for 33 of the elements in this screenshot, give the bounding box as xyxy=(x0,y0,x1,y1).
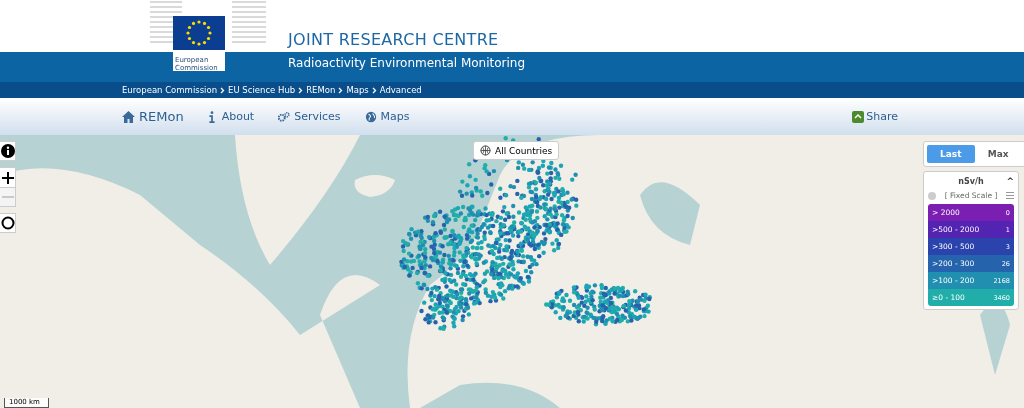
chevron-icon xyxy=(220,86,226,94)
share-icon xyxy=(852,110,865,123)
breadcrumb-link[interactable]: Maps xyxy=(346,85,369,95)
legend-unit: nSv/h xyxy=(958,177,984,186)
collapse-button[interactable]: ^ xyxy=(1006,176,1014,186)
globe-icon xyxy=(364,110,377,123)
nav-link[interactable]: Services xyxy=(294,110,341,123)
reset-view-button[interactable] xyxy=(0,213,16,233)
menu-icon[interactable] xyxy=(1006,192,1014,199)
chevron-icon xyxy=(338,86,344,94)
minus-icon xyxy=(1,196,14,198)
chevron-icon xyxy=(298,86,304,94)
nav-link[interactable]: Maps xyxy=(380,110,410,123)
breadcrumb-link[interactable]: EU Science Hub xyxy=(228,85,296,95)
plus-icon xyxy=(1,171,14,184)
info-button[interactable] xyxy=(0,141,16,161)
info-icon xyxy=(0,144,15,158)
site-title: JOINT RESEARCH CENTRE xyxy=(288,30,499,49)
brand-link[interactable]: REMon xyxy=(139,109,184,124)
zoom-in-button[interactable] xyxy=(0,167,16,187)
country-filter-button[interactable]: All Countries xyxy=(473,141,560,160)
help-icon xyxy=(928,191,936,200)
circle-icon xyxy=(0,216,15,230)
breadcrumb-link[interactable]: REMon xyxy=(306,85,336,95)
chevron-icon xyxy=(371,86,377,94)
nav-link[interactable]: About xyxy=(221,110,255,123)
site-subtitle: Radioactivity Environmental Monitoring xyxy=(288,56,526,70)
globe-icon xyxy=(480,145,491,156)
share-link[interactable]: Share xyxy=(866,110,898,123)
home-icon xyxy=(122,110,135,123)
breadcrumb-link[interactable]: European Commission xyxy=(122,85,218,95)
gears-icon xyxy=(278,110,291,123)
breadcrumb-link[interactable]: Advanced xyxy=(379,85,422,95)
